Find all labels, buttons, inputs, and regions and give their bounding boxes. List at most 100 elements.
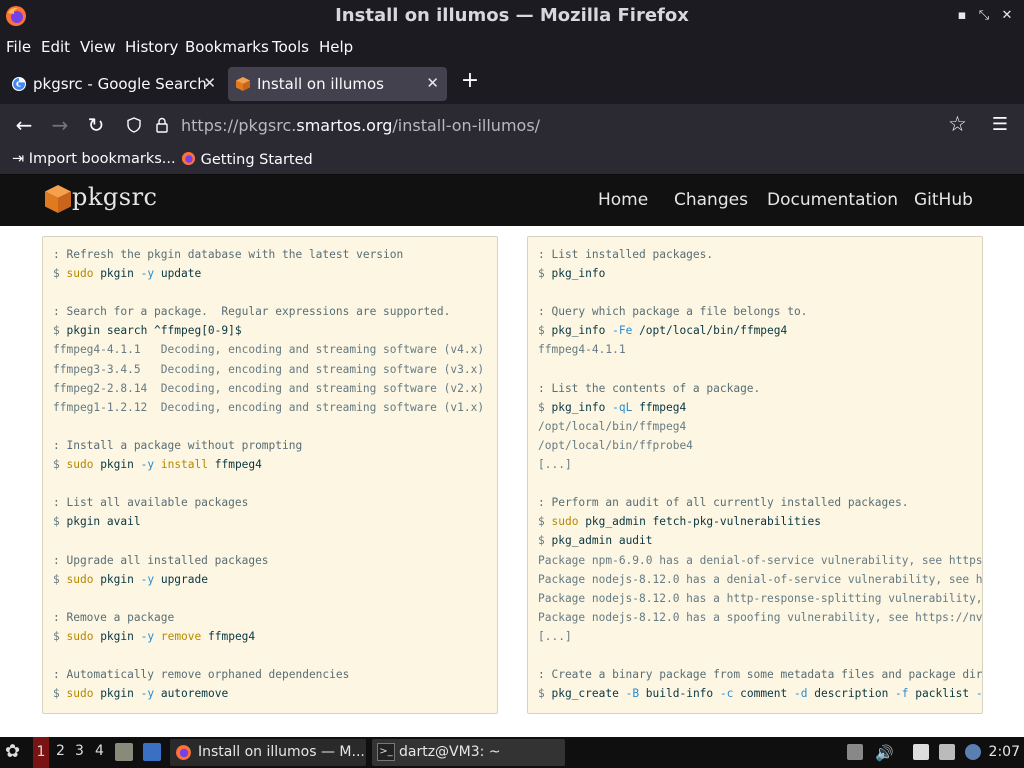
code-line: : Remove a package (53, 610, 175, 624)
code-line: /opt/local/bin/ffprobe4 (538, 438, 693, 452)
menu-file[interactable]: File (6, 38, 31, 56)
code-line: /opt/local/bin/ffmpeg4 (538, 419, 687, 433)
url-text[interactable]: https://pkgsrc.smartos.org/install-on-il… (181, 116, 540, 135)
close-tab-icon[interactable]: ✕ (203, 74, 216, 92)
workspace-3[interactable]: 3 (75, 743, 84, 759)
bookmark-getting-started[interactable]: Getting Started (181, 151, 313, 168)
close-tab-icon[interactable]: ✕ (426, 74, 439, 92)
code-line: : Search for a package. Regular expressi… (53, 305, 451, 319)
window-titlebar: Install on illumos — Mozilla Firefox ▪ ⤡… (0, 0, 1024, 32)
menu-help[interactable]: Help (319, 38, 353, 56)
code-line: [...] (538, 629, 572, 643)
nav-changes[interactable]: Changes (674, 190, 748, 210)
code-line: $ pkgin avail (53, 515, 141, 529)
minimize-icon[interactable]: ▪ (954, 8, 970, 24)
bookmark-import[interactable]: ⇥ Import bookmarks... (12, 151, 176, 167)
show-desktop-icon[interactable] (143, 743, 161, 761)
code-line: [...] (538, 458, 572, 472)
code-line: $ pkg_info (538, 267, 606, 281)
bookmarks-toolbar: ⇥ Import bookmarks... Getting Started (0, 146, 1024, 175)
file-manager-icon[interactable] (115, 743, 133, 761)
nav-github[interactable]: GitHub (914, 190, 973, 210)
menu-bar: File Edit View History Bookmarks Tools H… (0, 32, 1024, 62)
code-line: $ pkg_info -Fe /opt/local/bin/ffmpeg4 (538, 324, 788, 338)
code-line: Package nodejs-8.12.0 has a spoofing vul… (538, 610, 983, 624)
code-line: $ sudo pkgin -y update (53, 267, 202, 281)
menu-bookmarks[interactable]: Bookmarks (185, 38, 269, 56)
hamburger-menu-icon[interactable]: ☰ (987, 112, 1013, 138)
site-logo[interactable]: pkgsrc (72, 183, 158, 211)
code-line: : List the contents of a package. (538, 381, 761, 395)
clipboard-icon[interactable] (913, 744, 929, 760)
reload-button[interactable]: ↻ (83, 112, 109, 138)
code-line: ffmpeg4-4.1.1 (538, 343, 626, 357)
code-line: : Automatically remove orphaned dependen… (53, 668, 350, 682)
code-line: ffmpeg1-1.2.12 Decoding, encoding and st… (53, 400, 485, 414)
pkgsrc-logo-icon[interactable] (44, 184, 72, 214)
code-line: $ sudo pkgin -y upgrade (53, 572, 208, 586)
lock-icon[interactable] (154, 117, 170, 133)
new-tab-button[interactable]: + (458, 69, 482, 93)
navigation-toolbar: ← → ↻ https://pkgsrc.smartos.org/install… (0, 104, 1024, 146)
menu-edit[interactable]: Edit (41, 38, 70, 56)
notification-icon[interactable] (965, 744, 981, 760)
code-line: ffmpeg2-2.8.14 Decoding, encoding and st… (53, 381, 485, 395)
close-window-icon[interactable]: ✕ (999, 8, 1015, 24)
back-button[interactable]: ← (11, 112, 37, 138)
url-bar[interactable]: https://pkgsrc.smartos.org/install-on-il… (118, 109, 988, 141)
google-icon (12, 77, 26, 91)
firefox-logo-icon (176, 745, 191, 760)
start-menu-icon[interactable]: ✿ (5, 741, 20, 762)
menu-tools[interactable]: Tools (272, 38, 309, 56)
workspace-1[interactable]: 1 (33, 737, 49, 768)
code-line: ffmpeg3-3.4.5 Decoding, encoding and str… (53, 362, 485, 376)
nav-home[interactable]: Home (598, 190, 648, 210)
tab-google-search[interactable]: pkgsrc - Google Search ✕ (4, 67, 224, 101)
code-line: $ sudo pkgin -y remove ffmpeg4 (53, 629, 256, 643)
task-firefox[interactable]: Install on illumos — M... (170, 739, 366, 766)
code-line: $ pkg_info -qL ffmpeg4 (538, 400, 687, 414)
workspace-2[interactable]: 2 (56, 743, 65, 759)
code-line: $ sudo pkgin -y autoremove (53, 687, 229, 701)
menu-history[interactable]: History (125, 38, 178, 56)
code-line: : Query which package a file belongs to. (538, 305, 808, 319)
code-line: $ sudo pkgin -y install ffmpeg4 (53, 458, 262, 472)
forward-button[interactable]: → (47, 112, 73, 138)
code-text: : List installed packages. $ pkg_info : Qu… (538, 245, 983, 703)
code-line: : Upgrade all installed packages (53, 553, 269, 567)
code-line: : List all available packages (53, 496, 249, 510)
code-line: : List installed packages. (538, 248, 714, 261)
shield-icon[interactable] (126, 117, 142, 133)
tab-label: Install on illumos (257, 75, 384, 93)
code-line: Package npm-6.9.0 has a denial-of-servic… (538, 553, 983, 567)
restore-icon[interactable]: ⤡ (976, 8, 992, 24)
code-line: : Refresh the pkgin database with the la… (53, 248, 404, 261)
nav-documentation[interactable]: Documentation (767, 190, 898, 210)
menu-view[interactable]: View (80, 38, 116, 56)
site-header: pkgsrc Home Changes Documentation GitHub (0, 175, 1024, 226)
workspace-4[interactable]: 4 (95, 743, 104, 759)
code-text: : Refresh the pkgin database with the la… (53, 245, 484, 703)
task-terminal[interactable]: >_ dartz@VM3: ~ (372, 739, 565, 766)
code-block-pkg-tools: : List installed packages. $ pkg_info : Qu… (527, 236, 983, 714)
code-block-pkgin: : Refresh the pkgin database with the la… (42, 236, 498, 714)
volume-icon[interactable]: 🔊 (875, 744, 894, 762)
code-line: Package nodejs-8.12.0 has a http-respons… (538, 591, 983, 605)
network-icon[interactable] (939, 744, 955, 760)
bookmark-star-icon[interactable]: ☆ (948, 112, 967, 136)
code-line: $ sudo pkg_admin fetch-pkg-vulnerabiliti… (538, 515, 821, 529)
firefox-logo-icon (181, 151, 196, 166)
code-line: $ pkg_admin audit (538, 534, 653, 548)
code-line: : Install a package without prompting (53, 438, 303, 452)
taskbar: ✿ 1 2 3 4 Install on illumos — M... >_ d… (0, 737, 1024, 768)
eject-icon[interactable] (847, 744, 863, 760)
import-icon: ⇥ (12, 151, 29, 167)
tab-install-on-illumos[interactable]: Install on illumos ✕ (228, 67, 447, 101)
